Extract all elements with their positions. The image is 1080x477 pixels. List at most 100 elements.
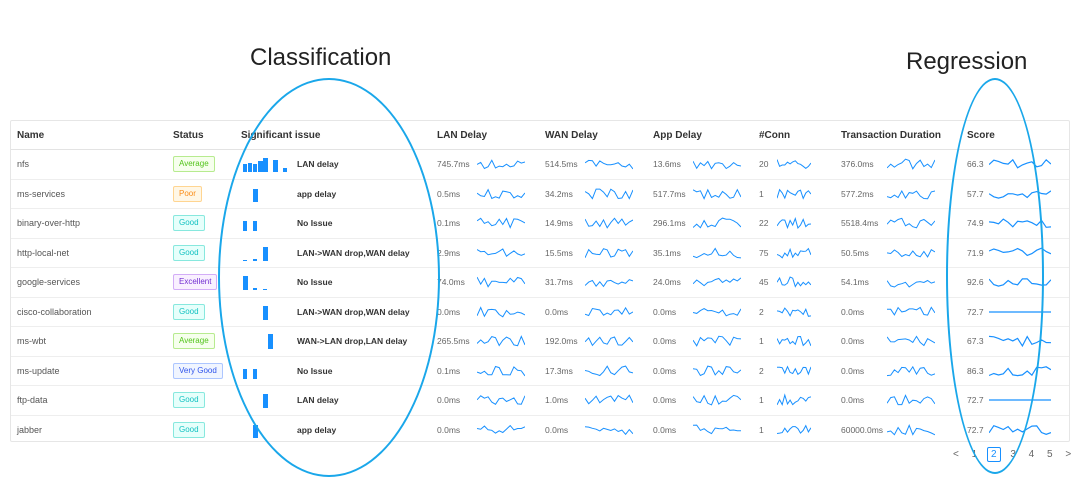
page-3[interactable]: 3 (1007, 448, 1019, 461)
app-name[interactable]: nfs (11, 149, 167, 180)
issue-bar (243, 368, 247, 379)
app-name[interactable]: binary-over-http (11, 208, 167, 239)
lan-sparkline (477, 217, 525, 230)
issue-histogram (253, 188, 258, 202)
app-value: 13.6ms (653, 159, 681, 170)
page-2[interactable]: 2 (986, 447, 1001, 462)
table-row[interactable]: ms-wbt Average WAN->LAN drop,LAN delay 265.… (11, 326, 1069, 357)
pagination-prev[interactable]: < (950, 448, 962, 461)
table-row[interactable]: http-local-net Good LAN->WAN drop,WAN dela… (11, 238, 1069, 268)
pagination-next[interactable]: > (1062, 448, 1074, 461)
col-header-lan-delay[interactable]: LAN Delay (431, 121, 539, 150)
app-name[interactable]: http-local-net (11, 238, 167, 268)
app-cell: 24.0ms (647, 267, 753, 298)
col-header-transaction-duration[interactable]: Transaction Duration (835, 121, 961, 150)
col-header-name[interactable]: Name (11, 121, 167, 150)
trans-value: 5518.4ms (841, 218, 879, 229)
table-row[interactable]: ftp-data Good LAN delay 0.0ms 1.0ms 0.0ms 1 0.0… (11, 385, 1069, 416)
score-sparkline (989, 190, 1051, 199)
significant-issue-cell: LAN delay (235, 149, 431, 180)
trans-cell: 577.2ms (835, 179, 961, 209)
issue-histogram (263, 394, 268, 409)
wan-value: 192.0ms (545, 336, 578, 347)
wan-sparkline (585, 306, 633, 316)
wan-cell: 1.0ms (539, 385, 647, 416)
sparkline-path (585, 364, 633, 376)
trans-sparkline (887, 365, 935, 376)
page-1[interactable]: 1 (969, 448, 981, 461)
score-value: 71.9 (967, 247, 984, 258)
status-cell: Good (167, 208, 235, 239)
col-header-app-delay[interactable]: App Delay (647, 121, 753, 150)
table-row[interactable]: ms-update Very Good No Issue 0.1ms 17.3ms 0.0… (11, 356, 1069, 386)
significant-issue-cell: app delay (235, 415, 431, 444)
issue-histogram (268, 334, 273, 350)
col-header-score[interactable]: Score (961, 121, 1069, 150)
app-name[interactable]: ms-services (11, 179, 167, 209)
col-header-significant-issue[interactable]: Significant issue (235, 121, 431, 150)
trans-value: 376.0ms (841, 159, 874, 170)
conn-cell: 1 (753, 326, 835, 357)
issue-label: LAN->WAN drop,WAN delay (297, 306, 410, 317)
sparkline-path (777, 247, 811, 259)
status-cell: Average (167, 326, 235, 357)
app-name[interactable]: ms-wbt (11, 326, 167, 357)
lan-sparkline (477, 277, 525, 288)
conn-cell: 75 (753, 238, 835, 268)
wan-value: 0.0ms (545, 306, 569, 317)
lan-sparkline (477, 248, 525, 257)
issue-bar (253, 164, 257, 173)
trans-sparkline (887, 189, 935, 199)
sparkline-path (585, 217, 633, 230)
lan-value: 0.0ms (437, 424, 461, 435)
issue-bar (268, 334, 273, 350)
sparkline-path (477, 159, 525, 170)
lan-sparkline (477, 305, 525, 318)
conn-sparkline (777, 424, 811, 434)
wan-sparkline (585, 364, 633, 376)
table-row[interactable]: google-services Excellent No Issue 74.0ms 31… (11, 267, 1069, 298)
table-row[interactable]: nfs Average LAN delay 745.7ms 514.5ms 13.6ms 2… (11, 149, 1069, 180)
status-cell: Excellent (167, 267, 235, 298)
page-5[interactable]: 5 (1044, 448, 1056, 461)
significant-issue-cell: app delay (235, 179, 431, 209)
lan-sparkline (477, 159, 525, 170)
table-row[interactable]: cisco-collaboration Good LAN->WAN drop,WAN… (11, 297, 1069, 327)
table-row[interactable]: binary-over-http Good No Issue 0.1ms 14.9ms 2… (11, 208, 1069, 239)
col-header-wan-delay[interactable]: WAN Delay (539, 121, 647, 150)
sparkline-path (887, 394, 935, 406)
trans-cell: 50.5ms (835, 238, 961, 268)
table-row[interactable]: ms-services Poor app delay 0.5ms 34.2ms 517.7… (11, 179, 1069, 209)
score-sparkline (989, 159, 1051, 169)
trans-value: 0.0ms (841, 365, 865, 376)
significant-issue-cell: LAN delay (235, 385, 431, 416)
issue-histogram (263, 305, 268, 320)
applications-table: Name Status Significant issue LAN Delay … (11, 121, 1069, 444)
conn-sparkline (777, 188, 811, 200)
score-sparkline (989, 365, 1051, 376)
sparkline-path (989, 424, 1051, 435)
trans-sparkline (887, 423, 935, 436)
sparkline-path (887, 365, 935, 376)
table-row[interactable]: jabber Good app delay 0.0ms 0.0ms 0.0ms 1 60000… (11, 415, 1069, 444)
app-name[interactable]: google-services (11, 267, 167, 298)
page-4[interactable]: 4 (1026, 448, 1038, 461)
conn-cell: 1 (753, 179, 835, 209)
status-cell: Average (167, 149, 235, 180)
app-sparkline (693, 365, 741, 376)
app-sparkline (693, 277, 741, 287)
app-value: 35.1ms (653, 247, 681, 258)
col-header-status[interactable]: Status (167, 121, 235, 150)
app-name[interactable]: ms-update (11, 356, 167, 386)
lan-sparkline (477, 395, 525, 406)
app-name[interactable]: jabber (11, 415, 167, 444)
conn-sparkline (777, 365, 811, 376)
status-badge: Average (173, 333, 215, 350)
col-header-conn[interactable]: #Conn (753, 121, 835, 150)
sparkline-path (777, 365, 811, 376)
conn-sparkline (777, 306, 811, 317)
app-name[interactable]: cisco-collaboration (11, 297, 167, 327)
wan-value: 15.5ms (545, 247, 573, 258)
status-cell: Good (167, 238, 235, 268)
app-name[interactable]: ftp-data (11, 385, 167, 416)
